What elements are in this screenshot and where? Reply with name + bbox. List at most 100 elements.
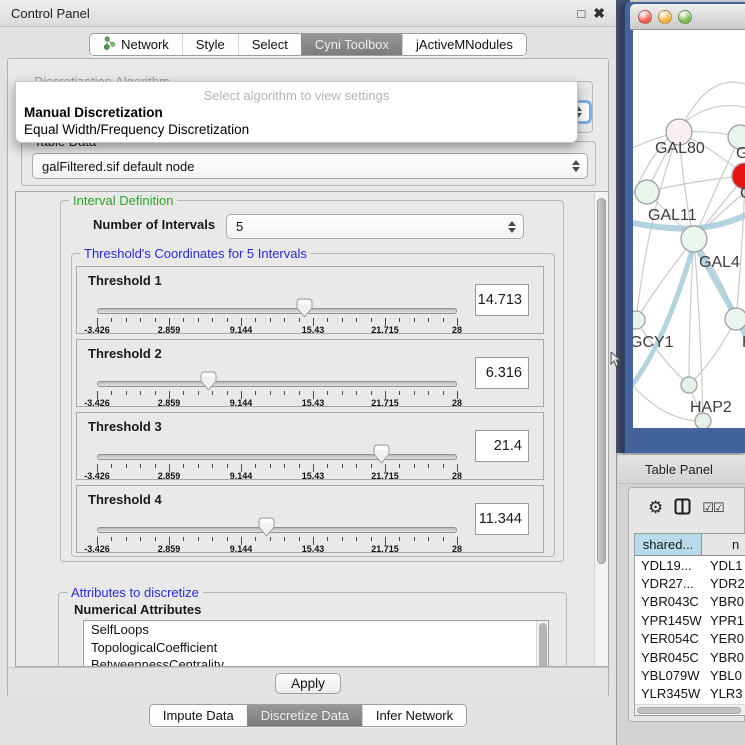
tab-infer-network[interactable]: Infer Network [362, 705, 466, 726]
slider-track[interactable] [97, 527, 457, 533]
table-cell: YDR2 [702, 576, 745, 591]
tab-discretize-data[interactable]: Discretize Data [247, 705, 362, 726]
dropdown-option-equal-width-frequency[interactable]: Equal Width/Frequency Discretization [16, 121, 577, 138]
close-icon[interactable]: ✖ [593, 5, 605, 22]
network-node-label: GAL11 [648, 207, 697, 224]
tick-label: -3.426 [84, 398, 110, 408]
tick-mark [299, 391, 300, 395]
slider-track[interactable] [97, 381, 457, 387]
split-view-icon[interactable] [674, 498, 691, 518]
algorithm-dropdown-popup: Select algorithm to view settings Manual… [15, 81, 578, 143]
tick-mark [299, 464, 300, 468]
horizontal-scrollbar[interactable] [635, 704, 745, 715]
tick-mark [270, 391, 271, 395]
tick-mark [155, 318, 156, 322]
float-window-icon[interactable]: □ [577, 6, 585, 21]
tick-mark [183, 537, 184, 541]
select-columns-icon[interactable]: ☑☑ [702, 501, 723, 516]
threshold-value-field[interactable]: 11.344 [475, 503, 529, 535]
tick-mark [356, 391, 357, 395]
table-cell: YBR0 [702, 650, 744, 665]
table-panel-title: Table Panel [645, 462, 713, 477]
threshold-slider[interactable]: -3.4262.8599.14415.4321.71528 [97, 413, 457, 481]
table-row[interactable]: YDR27...YDR2 [635, 574, 745, 592]
network-edge[interactable] [689, 319, 736, 385]
slider-track[interactable] [97, 454, 457, 460]
tick-mark [284, 391, 285, 395]
cyni-toolbox-panel: Discretization Algorithm Table Data galF… [7, 58, 609, 698]
tab-select[interactable]: Select [238, 34, 301, 55]
tab-cyni-toolbox[interactable]: Cyni Toolbox [301, 34, 402, 55]
threshold-value-field[interactable]: 14.713 [475, 284, 529, 316]
tick-mark [399, 537, 400, 541]
threshold-slider[interactable]: -3.4262.8599.14415.4321.71528 [97, 486, 457, 554]
numerical-attributes-list: SelfLoopsTopologicalCoefficientBetweenne… [83, 620, 549, 667]
table-row[interactable]: YPR145WYPR1 [635, 611, 745, 629]
slider-thumb[interactable] [200, 371, 217, 391]
tick-mark [443, 464, 444, 468]
table-row[interactable]: YBR045CYBR0 [635, 648, 745, 666]
network-window-titlebar[interactable] [630, 4, 745, 30]
tick-mark [443, 537, 444, 541]
tab-jactivemnodules[interactable]: jActiveMNodules [402, 34, 526, 55]
zoom-traffic-light-icon[interactable] [678, 10, 692, 24]
tick-mark [428, 391, 429, 395]
gear-icon[interactable]: ⚙ [648, 500, 663, 517]
table-row[interactable]: YBL079WYBL0 [635, 666, 745, 684]
vertical-scrollbar[interactable] [594, 192, 608, 666]
network-view-window: GAL80GCGAL11GAL4GCY1HHAP2 [622, 2, 745, 453]
attribute-list-item[interactable]: TopologicalCoefficient [84, 639, 548, 657]
table-row[interactable]: YDL19...YDL1 [635, 556, 745, 574]
minimize-traffic-light-icon[interactable] [658, 10, 672, 24]
list-scrollbar[interactable] [536, 621, 548, 667]
table-row[interactable]: YER054CYER0 [635, 630, 745, 648]
tab-impute-data[interactable]: Impute Data [150, 705, 247, 726]
attribute-list-item[interactable]: BetweennessCentrality [84, 656, 548, 667]
threshold-slider[interactable]: -3.4262.8599.14415.4321.71528 [97, 267, 457, 335]
tick-mark [126, 391, 127, 395]
tick-mark [327, 464, 328, 468]
tick-mark [140, 537, 141, 541]
slider-tick-labels: -3.4262.8599.14415.4321.71528 [97, 398, 457, 408]
slider-thumb[interactable] [258, 517, 275, 537]
group-title: Threshold's Coordinates for 5 Intervals [80, 246, 311, 261]
interval-definition-group: Interval Definition Number of Intervals … [60, 200, 564, 562]
tick-label: 21.715 [371, 325, 399, 335]
network-node-label: C [740, 185, 745, 202]
dropdown-option-manual-discretization[interactable]: Manual Discretization [16, 104, 577, 121]
threshold-value-field[interactable]: 6.316 [475, 357, 529, 389]
apply-button[interactable]: Apply [275, 673, 341, 694]
close-traffic-light-icon[interactable] [638, 10, 652, 24]
tick-mark [356, 464, 357, 468]
tick-label: 15.43 [302, 544, 325, 554]
table-panel-titlebar: Table Panel [618, 455, 745, 484]
network-node[interactable] [725, 308, 745, 330]
tick-mark [371, 537, 372, 541]
threshold-slider[interactable]: -3.4262.8599.14415.4321.71528 [97, 340, 457, 408]
attribute-list-item[interactable]: SelfLoops [84, 621, 548, 639]
table-data-combobox[interactable]: galFiltered.sif default node [32, 153, 588, 179]
slider-thumb[interactable] [296, 298, 313, 318]
scrollbar-thumb[interactable] [597, 198, 606, 564]
table-row[interactable]: YBR043CYBR0 [635, 593, 745, 611]
threshold-value-field[interactable]: 21.4 [475, 430, 529, 462]
num-intervals-combobox[interactable]: 5 [226, 214, 524, 239]
tick-mark [198, 537, 199, 541]
column-header-shared-name[interactable]: shared... [635, 534, 702, 555]
network-node[interactable] [635, 180, 659, 204]
network-node[interactable] [681, 226, 707, 252]
tick-mark [212, 318, 213, 322]
scrollbar-thumb[interactable] [637, 707, 741, 714]
table-rows: YDL19...YDL1YDR27...YDR2YBR043CYBR0YPR14… [635, 556, 745, 705]
tab-network[interactable]: Network [90, 34, 182, 55]
column-header-name[interactable]: n [702, 534, 745, 555]
slider-track[interactable] [97, 308, 457, 314]
slider-tick-labels: -3.4262.8599.14415.4321.71528 [97, 471, 457, 481]
slider-thumb[interactable] [373, 444, 390, 464]
network-node[interactable] [633, 311, 645, 329]
table-cell: YDR27... [635, 576, 702, 591]
network-node[interactable] [681, 377, 697, 393]
tab-style[interactable]: Style [182, 34, 238, 55]
table-row[interactable]: YLR345WYLR3 [635, 685, 745, 703]
network-canvas[interactable]: GAL80GCGAL11GAL4GCY1HHAP2 [633, 30, 745, 428]
